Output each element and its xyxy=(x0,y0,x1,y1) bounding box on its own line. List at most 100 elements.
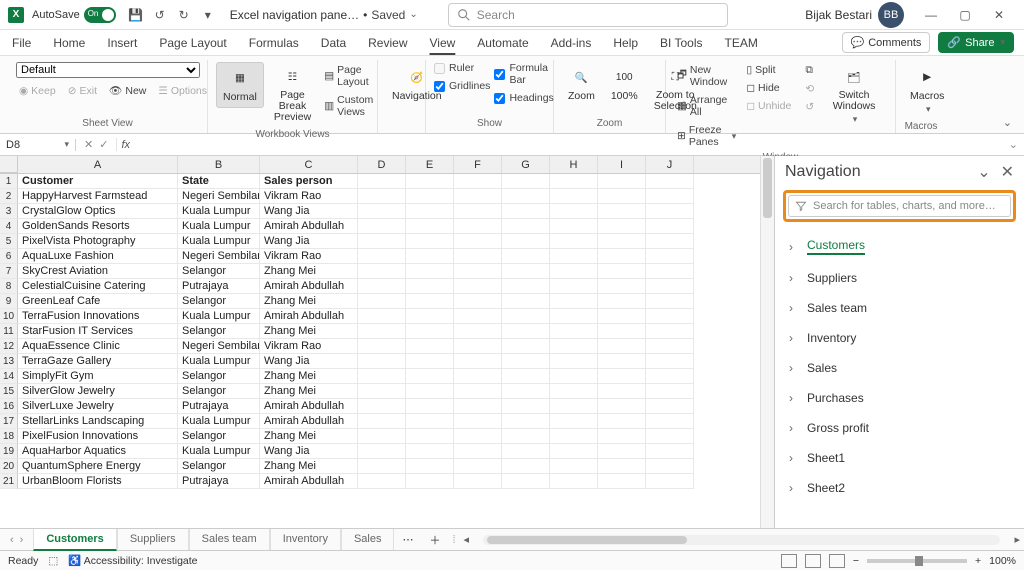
cell[interactable] xyxy=(454,354,502,369)
cell[interactable]: GoldenSands Resorts xyxy=(18,219,178,234)
cell[interactable] xyxy=(454,474,502,489)
tab-bi-tools[interactable]: BI Tools xyxy=(658,32,704,54)
chevron-down-icon[interactable]: ⌄ xyxy=(409,9,417,20)
cell[interactable] xyxy=(646,414,694,429)
cell[interactable] xyxy=(550,204,598,219)
cell[interactable] xyxy=(406,384,454,399)
cell[interactable] xyxy=(646,324,694,339)
cell[interactable] xyxy=(646,369,694,384)
cell[interactable] xyxy=(358,294,406,309)
cell[interactable] xyxy=(454,459,502,474)
cell[interactable] xyxy=(502,204,550,219)
cell[interactable] xyxy=(550,309,598,324)
cell[interactable] xyxy=(550,189,598,204)
cell[interactable]: Wang Jia xyxy=(260,444,358,459)
nav-item-purchases[interactable]: ›Purchases xyxy=(775,383,1024,413)
row-header[interactable]: 13 xyxy=(0,354,18,369)
cell[interactable] xyxy=(646,294,694,309)
cell[interactable]: Wang Jia xyxy=(260,354,358,369)
cell[interactable] xyxy=(502,309,550,324)
cell[interactable] xyxy=(598,174,646,189)
cell[interactable] xyxy=(358,414,406,429)
nav-item-sales[interactable]: ›Sales xyxy=(775,353,1024,383)
cell[interactable] xyxy=(646,354,694,369)
cell[interactable] xyxy=(598,219,646,234)
nav-item-sheet1[interactable]: ›Sheet1 xyxy=(775,443,1024,473)
cell[interactable]: Selangor xyxy=(178,429,260,444)
cell[interactable] xyxy=(358,444,406,459)
cell[interactable] xyxy=(646,189,694,204)
redo-icon[interactable]: ↻ xyxy=(175,6,193,24)
cell[interactable] xyxy=(598,234,646,249)
cell[interactable]: Amirah Abdullah xyxy=(260,399,358,414)
cell[interactable]: Zhang Mei xyxy=(260,384,358,399)
cell[interactable]: Zhang Mei xyxy=(260,459,358,474)
cell[interactable]: Amirah Abdullah xyxy=(260,279,358,294)
page-break-view-icon[interactable] xyxy=(829,554,845,568)
cell[interactable] xyxy=(550,399,598,414)
cell[interactable] xyxy=(550,174,598,189)
column-header-C[interactable]: C xyxy=(260,156,358,173)
row-header[interactable]: 9 xyxy=(0,294,18,309)
cell[interactable] xyxy=(646,174,694,189)
name-box[interactable]: D8▾ xyxy=(0,139,76,151)
cell[interactable]: QuantumSphere Energy xyxy=(18,459,178,474)
cell[interactable] xyxy=(502,474,550,489)
row-header[interactable]: 1 xyxy=(0,174,18,189)
nav-item-customers[interactable]: ›Customers xyxy=(775,230,1024,263)
row-header[interactable]: 19 xyxy=(0,444,18,459)
tab-review[interactable]: Review xyxy=(366,32,409,54)
formula-bar-checkbox[interactable]: Formula Bar xyxy=(494,62,553,86)
undo-icon[interactable]: ↺ xyxy=(151,6,169,24)
cell[interactable]: Negeri Sembilan xyxy=(178,339,260,354)
cell[interactable] xyxy=(358,459,406,474)
cell[interactable] xyxy=(598,324,646,339)
cell[interactable]: Zhang Mei xyxy=(260,429,358,444)
cell[interactable] xyxy=(646,339,694,354)
cell[interactable] xyxy=(502,279,550,294)
cell[interactable] xyxy=(502,384,550,399)
cell[interactable] xyxy=(550,249,598,264)
column-header-D[interactable]: D xyxy=(358,156,406,173)
cell[interactable]: Kuala Lumpur xyxy=(178,309,260,324)
cell[interactable]: Amirah Abdullah xyxy=(260,219,358,234)
autosave-switch[interactable]: On xyxy=(84,7,116,23)
cell[interactable] xyxy=(646,234,694,249)
cell[interactable] xyxy=(358,279,406,294)
cell[interactable]: Amirah Abdullah xyxy=(260,474,358,489)
cell[interactable]: SkyCrest Aviation xyxy=(18,264,178,279)
cell[interactable] xyxy=(646,249,694,264)
cell[interactable]: SimplyFit Gym xyxy=(18,369,178,384)
cell[interactable]: Kuala Lumpur xyxy=(178,414,260,429)
maximize-icon[interactable]: ▢ xyxy=(948,1,982,29)
navpane-dropdown-icon[interactable]: ⌄ xyxy=(977,162,990,182)
cell[interactable]: Zhang Mei xyxy=(260,324,358,339)
column-header-B[interactable]: B xyxy=(178,156,260,173)
tab-team[interactable]: TEAM xyxy=(723,32,760,54)
cell[interactable] xyxy=(502,429,550,444)
cell[interactable] xyxy=(406,399,454,414)
cell[interactable] xyxy=(646,309,694,324)
cell[interactable] xyxy=(454,444,502,459)
cell[interactable] xyxy=(550,459,598,474)
tab-insert[interactable]: Insert xyxy=(105,32,139,54)
cell[interactable]: SilverLuxe Jewelry xyxy=(18,399,178,414)
cell[interactable] xyxy=(406,339,454,354)
row-header[interactable]: 10 xyxy=(0,309,18,324)
normal-view-button[interactable]: ▦Normal xyxy=(216,62,264,108)
cell[interactable] xyxy=(550,264,598,279)
cell[interactable] xyxy=(358,324,406,339)
row-header[interactable]: 12 xyxy=(0,339,18,354)
cell[interactable] xyxy=(358,189,406,204)
macros-button[interactable]: ▶Macros▾ xyxy=(904,62,950,119)
cell[interactable] xyxy=(550,474,598,489)
cell[interactable]: State xyxy=(178,174,260,189)
cell[interactable] xyxy=(358,204,406,219)
tab-home[interactable]: Home xyxy=(51,32,87,54)
cell[interactable] xyxy=(550,354,598,369)
zoom-level[interactable]: 100% xyxy=(989,555,1016,567)
cell[interactable]: TerraFusion Innovations xyxy=(18,309,178,324)
cell[interactable] xyxy=(646,444,694,459)
cell[interactable]: HappyHarvest Farmstead xyxy=(18,189,178,204)
cell[interactable] xyxy=(454,204,502,219)
